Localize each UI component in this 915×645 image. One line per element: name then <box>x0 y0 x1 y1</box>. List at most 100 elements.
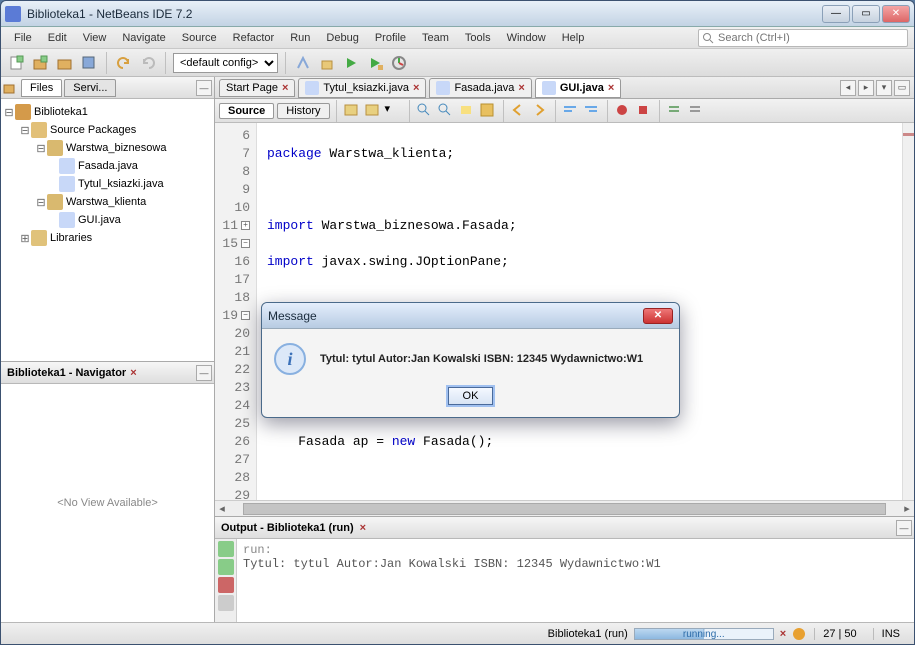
output-minimize-icon[interactable]: — <box>896 520 912 536</box>
scrollbar-thumb[interactable] <box>243 503 886 515</box>
comment-icon[interactable] <box>666 102 684 120</box>
shift-left-icon[interactable] <box>562 102 580 120</box>
info-icon: i <box>274 343 306 375</box>
close-tab-icon[interactable]: × <box>518 82 524 94</box>
projects-panel-header: Files Servi... — <box>1 77 214 99</box>
tab-fasada[interactable]: Fasada.java× <box>429 78 531 98</box>
minimize-button[interactable]: — <box>822 5 850 23</box>
tab-gui[interactable]: GUI.java× <box>535 78 621 98</box>
tree-pkg-klienta[interactable]: ⊟Warstwa_klienta <box>3 193 212 211</box>
close-tab-icon[interactable]: × <box>282 82 288 94</box>
dialog-ok-button[interactable]: OK <box>448 387 494 405</box>
files-tab[interactable]: Files <box>21 79 62 97</box>
insert-mode[interactable]: INS <box>873 628 908 640</box>
toggle-icon[interactable] <box>479 102 497 120</box>
cancel-task-icon[interactable]: × <box>780 628 786 640</box>
menu-refactor[interactable]: Refactor <box>226 30 282 46</box>
scroll-right-icon[interactable]: ▸ <box>900 502 914 515</box>
prev-bookmark-icon[interactable] <box>510 102 528 120</box>
close-tab-icon[interactable]: × <box>413 82 419 94</box>
progress-bar[interactable]: running... <box>634 628 774 640</box>
output-close-icon[interactable]: × <box>360 522 366 534</box>
close-button[interactable]: ✕ <box>882 5 910 23</box>
tab-scroll-right-icon[interactable]: ▸ <box>858 80 874 96</box>
tree-file-tytul[interactable]: Tytul_ksiazki.java <box>3 175 212 193</box>
output-text[interactable]: run: Tytul: tytul Autor:Jan Kowalski ISB… <box>237 539 914 622</box>
services-tab[interactable]: Servi... <box>64 79 116 97</box>
next-bookmark-icon[interactable] <box>531 102 549 120</box>
menu-run[interactable]: Run <box>283 30 317 46</box>
minimize-panel-icon[interactable]: — <box>196 80 212 96</box>
build-icon[interactable] <box>293 53 313 73</box>
quick-search[interactable] <box>698 29 908 47</box>
menu-debug[interactable]: Debug <box>319 30 365 46</box>
menu-help[interactable]: Help <box>555 30 592 46</box>
tab-start-page[interactable]: Start Page× <box>219 79 295 97</box>
shift-right-icon[interactable] <box>583 102 601 120</box>
menu-team[interactable]: Team <box>415 30 456 46</box>
tab-scroll-left-icon[interactable]: ◂ <box>840 80 856 96</box>
menu-edit[interactable]: Edit <box>41 30 74 46</box>
menu-profile[interactable]: Profile <box>368 30 413 46</box>
fold-icon[interactable]: − <box>241 311 250 320</box>
close-tab-icon[interactable]: × <box>608 82 614 94</box>
dialog-close-button[interactable]: ✕ <box>643 308 673 324</box>
find-prev-icon[interactable] <box>416 102 434 120</box>
source-view-button[interactable]: Source <box>219 103 274 119</box>
tab-list-icon[interactable]: ▾ <box>876 80 892 96</box>
tree-source-packages[interactable]: ⊟Source Packages <box>3 121 212 139</box>
search-input[interactable] <box>718 32 904 44</box>
menu-view[interactable]: View <box>76 30 114 46</box>
menu-window[interactable]: Window <box>500 30 553 46</box>
new-project-icon[interactable] <box>31 53 51 73</box>
uncomment-icon[interactable] <box>687 102 705 120</box>
history-view-button[interactable]: History <box>277 103 329 119</box>
redo-icon[interactable] <box>138 53 158 73</box>
profile-icon[interactable] <box>389 53 409 73</box>
line-gutter[interactable]: 6 7 8 9 10 11+ 15− 16 17 18 19− 20 21 22… <box>215 123 257 500</box>
window-titlebar: Biblioteka1 - NetBeans IDE 7.2 — ▭ ✕ <box>1 1 914 27</box>
start-macro-icon[interactable] <box>614 102 632 120</box>
maximize-editor-icon[interactable]: ▭ <box>894 80 910 96</box>
scroll-left-icon[interactable]: ◂ <box>215 502 229 515</box>
ed-icon[interactable]: ▾ <box>385 102 403 120</box>
open-project-icon[interactable] <box>55 53 75 73</box>
project-tree[interactable]: ⊟Biblioteka1 ⊟Source Packages ⊟Warstwa_b… <box>1 99 214 362</box>
run-icon[interactable] <box>341 53 361 73</box>
editor-hscrollbar[interactable]: ◂ ▸ <box>215 500 914 516</box>
dialog-titlebar[interactable]: Message ✕ <box>262 303 679 329</box>
fold-icon[interactable]: − <box>241 239 250 248</box>
rerun-icon[interactable] <box>218 541 234 557</box>
stop-output-icon[interactable] <box>218 577 234 593</box>
maximize-button[interactable]: ▭ <box>852 5 880 23</box>
menu-navigate[interactable]: Navigate <box>115 30 172 46</box>
navigator-close-icon[interactable]: × <box>130 367 136 379</box>
find-next-icon[interactable] <box>437 102 455 120</box>
tree-root[interactable]: ⊟Biblioteka1 <box>3 103 212 121</box>
navigator-minimize-icon[interactable]: — <box>196 365 212 381</box>
projects-icon[interactable] <box>3 82 15 94</box>
ed-icon[interactable] <box>343 102 361 120</box>
tree-libraries[interactable]: ⊞Libraries <box>3 229 212 247</box>
new-file-icon[interactable] <box>7 53 27 73</box>
stop-macro-icon[interactable] <box>635 102 653 120</box>
tree-file-gui[interactable]: GUI.java <box>3 211 212 229</box>
tree-pkg-biznesowa[interactable]: ⊟Warstwa_biznesowa <box>3 139 212 157</box>
ed-icon[interactable] <box>364 102 382 120</box>
notifications-icon[interactable] <box>792 627 806 641</box>
save-output-icon[interactable] <box>218 595 234 611</box>
undo-icon[interactable] <box>114 53 134 73</box>
menu-tools[interactable]: Tools <box>458 30 498 46</box>
tab-tytul[interactable]: Tytul_ksiazki.java× <box>298 78 426 98</box>
highlight-icon[interactable] <box>458 102 476 120</box>
clean-build-icon[interactable] <box>317 53 337 73</box>
run-config-select[interactable]: <default config> <box>173 53 278 73</box>
rerun2-icon[interactable] <box>218 559 234 575</box>
save-all-icon[interactable] <box>79 53 99 73</box>
fold-icon[interactable]: + <box>241 221 250 230</box>
menu-source[interactable]: Source <box>175 30 224 46</box>
debug-icon[interactable] <box>365 53 385 73</box>
tree-file-fasada[interactable]: Fasada.java <box>3 157 212 175</box>
error-stripe[interactable] <box>902 123 914 500</box>
menu-file[interactable]: File <box>7 30 39 46</box>
